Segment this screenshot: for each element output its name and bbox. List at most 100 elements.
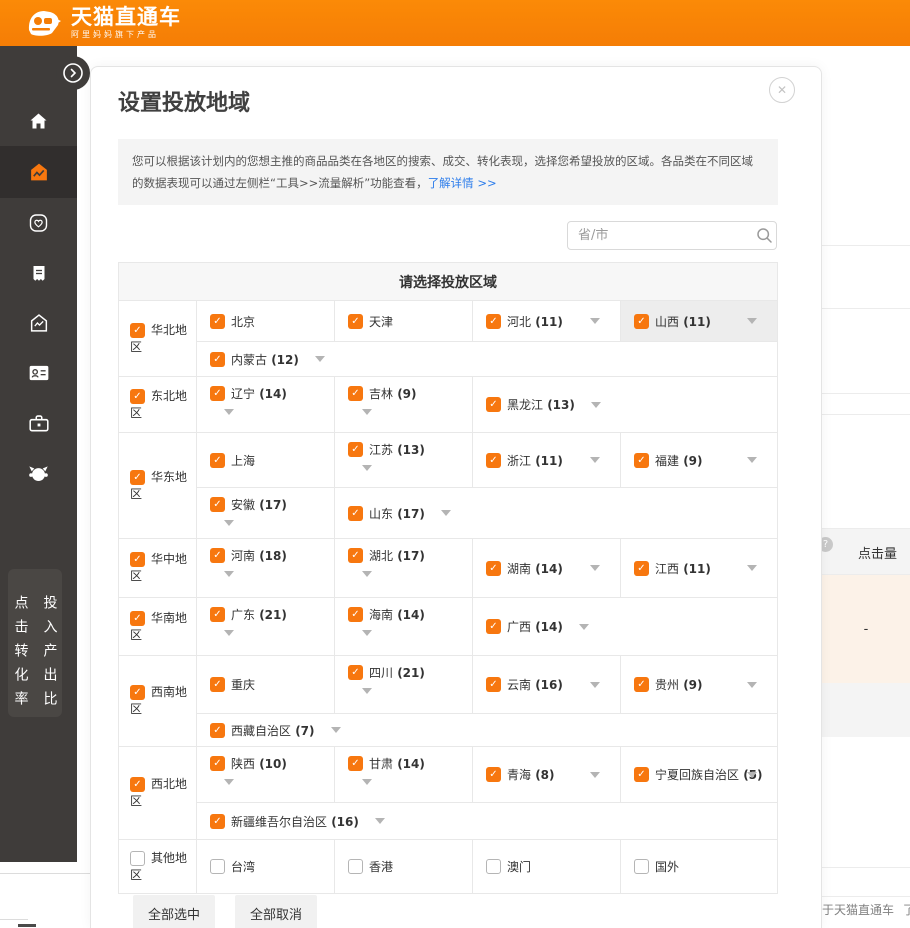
chevron-down-icon[interactable] <box>362 688 372 694</box>
region-cell[interactable]: ✓西北地区 <box>119 747 197 839</box>
region-cell[interactable]: ✓西南地区 <box>119 656 197 746</box>
chevron-down-icon[interactable] <box>224 779 234 785</box>
checkbox-checked[interactable]: ✓ <box>486 397 501 412</box>
checkbox-checked[interactable]: ✓ <box>348 665 363 680</box>
checkbox-checked[interactable]: ✓ <box>348 506 363 521</box>
checkbox-checked[interactable]: ✓ <box>634 314 649 329</box>
checkbox-checked[interactable]: ✓ <box>210 677 225 692</box>
search-icon[interactable] <box>756 227 773 244</box>
checkbox-checked[interactable]: ✓ <box>130 389 145 404</box>
chevron-down-icon[interactable] <box>224 520 234 526</box>
chevron-down-icon[interactable] <box>747 457 757 463</box>
sidebar-item-id-card[interactable] <box>0 348 77 398</box>
checkbox-checked[interactable]: ✓ <box>634 453 649 468</box>
province-cell[interactable]: ✓河南 (18) <box>197 539 334 597</box>
region-cell[interactable]: ✓东北地区 <box>119 377 197 432</box>
province-cell[interactable]: ✓广东 (21) <box>197 598 334 655</box>
sidebar-item-shop[interactable] <box>0 298 77 348</box>
select-all-button[interactable]: 全部选中 <box>133 895 215 928</box>
province-cell[interactable]: ✓甘肃 (14) <box>334 747 472 802</box>
chevron-down-icon[interactable] <box>362 571 372 577</box>
province-cell[interactable]: ✓重庆 <box>197 656 334 713</box>
checkbox-checked[interactable]: ✓ <box>634 677 649 692</box>
checkbox-checked[interactable]: ✓ <box>210 352 225 367</box>
sidebar-item-report[interactable] <box>0 248 77 298</box>
province-cell[interactable]: ✓天津 <box>334 301 472 341</box>
province-cell[interactable]: ✓黑龙江 (13) <box>472 377 777 432</box>
chevron-down-icon[interactable] <box>224 571 234 577</box>
province-cell[interactable]: ✓辽宁 (14) <box>197 377 334 432</box>
province-cell[interactable]: ✓海南 (14) <box>334 598 472 655</box>
chevron-down-icon[interactable] <box>590 318 600 324</box>
chevron-down-icon[interactable] <box>590 772 600 778</box>
sidebar-metrics-panel[interactable]: 点击转化率 投入产出比 <box>8 569 62 717</box>
province-cell[interactable]: ✓江西 (11) <box>620 539 777 597</box>
checkbox-checked[interactable]: ✓ <box>210 314 225 329</box>
learn-more-link[interactable]: 了解详情 >> <box>428 176 497 190</box>
checkbox-checked[interactable]: ✓ <box>130 323 145 338</box>
checkbox-checked[interactable]: ✓ <box>348 756 363 771</box>
province-cell[interactable]: ✓福建 (9) <box>620 433 777 487</box>
chevron-down-icon[interactable] <box>362 465 372 471</box>
logo[interactable]: 天猫直通车 阿里妈妈旗下产品 <box>24 6 181 40</box>
chevron-down-icon[interactable] <box>441 510 451 516</box>
chevron-down-icon[interactable] <box>590 457 600 463</box>
checkbox-checked[interactable]: ✓ <box>210 756 225 771</box>
region-cell[interactable]: ✓华南地区 <box>119 598 197 655</box>
province-search-input[interactable] <box>568 228 756 243</box>
province-cell[interactable]: ✓江苏 (13) <box>334 433 472 487</box>
chevron-down-icon[interactable] <box>224 630 234 636</box>
chevron-down-icon[interactable] <box>579 624 589 630</box>
sidebar-item-favorites[interactable] <box>0 198 77 248</box>
chevron-down-icon[interactable] <box>747 318 757 324</box>
province-cell[interactable]: ✓四川 (21) <box>334 656 472 713</box>
province-cell[interactable]: ✓浙江 (11) <box>472 433 620 487</box>
province-cell[interactable]: ✓贵州 (9) <box>620 656 777 713</box>
chevron-down-icon[interactable] <box>591 402 601 408</box>
checkbox-checked[interactable]: ✓ <box>486 677 501 692</box>
checkbox-unchecked[interactable] <box>486 859 501 874</box>
close-icon[interactable]: ✕ <box>769 77 795 103</box>
chevron-down-icon[interactable] <box>747 772 757 778</box>
province-cell[interactable]: ✓陕西 (10) <box>197 747 334 802</box>
checkbox-checked[interactable]: ✓ <box>130 552 145 567</box>
province-cell[interactable]: ✓新疆维吾尔自治区 (16) <box>197 803 777 839</box>
sidebar-item-briefcase[interactable] <box>0 398 77 448</box>
province-cell[interactable]: ✓宁夏回族自治区 (5) <box>620 747 777 802</box>
checkbox-unchecked[interactable] <box>634 859 649 874</box>
chevron-down-icon[interactable] <box>362 409 372 415</box>
checkbox-checked[interactable]: ✓ <box>130 685 145 700</box>
checkbox-checked[interactable]: ✓ <box>486 453 501 468</box>
chevron-down-icon[interactable] <box>224 409 234 415</box>
checkbox-checked[interactable]: ✓ <box>210 386 225 401</box>
checkbox-checked[interactable]: ✓ <box>348 548 363 563</box>
checkbox-checked[interactable]: ✓ <box>210 723 225 738</box>
checkbox-checked[interactable]: ✓ <box>634 561 649 576</box>
chevron-down-icon[interactable] <box>315 356 325 362</box>
province-cell[interactable]: ✓西藏自治区 (7) <box>197 714 777 746</box>
province-cell[interactable]: 国外 <box>620 840 777 893</box>
region-cell[interactable]: ✓华东地区 <box>119 433 197 538</box>
region-cell[interactable]: ✓华北地区 <box>119 301 197 376</box>
province-cell[interactable]: ✓青海 (8) <box>472 747 620 802</box>
checkbox-checked[interactable]: ✓ <box>210 814 225 829</box>
province-cell[interactable]: ✓湖南 (14) <box>472 539 620 597</box>
checkbox-unchecked[interactable] <box>210 859 225 874</box>
chevron-down-icon[interactable] <box>375 818 385 824</box>
checkbox-checked[interactable]: ✓ <box>348 386 363 401</box>
region-cell[interactable]: ✓华中地区 <box>119 539 197 597</box>
province-cell[interactable]: ✓广西 (14) <box>472 598 777 655</box>
checkbox-checked[interactable]: ✓ <box>348 314 363 329</box>
sidebar-item-promotion[interactable] <box>0 146 77 198</box>
province-cell[interactable]: ✓吉林 (9) <box>334 377 472 432</box>
chevron-down-icon[interactable] <box>362 630 372 636</box>
sidebar-item-tmall-cat[interactable] <box>0 448 77 498</box>
province-cell[interactable]: 澳门 <box>472 840 620 893</box>
chevron-down-icon[interactable] <box>747 565 757 571</box>
checkbox-checked[interactable]: ✓ <box>486 619 501 634</box>
footer-link-about[interactable]: 于天猫直通车 <box>822 901 894 918</box>
checkbox-checked[interactable]: ✓ <box>348 607 363 622</box>
province-cell[interactable]: ✓湖北 (17) <box>334 539 472 597</box>
chevron-down-icon[interactable] <box>590 682 600 688</box>
checkbox-checked[interactable]: ✓ <box>210 607 225 622</box>
